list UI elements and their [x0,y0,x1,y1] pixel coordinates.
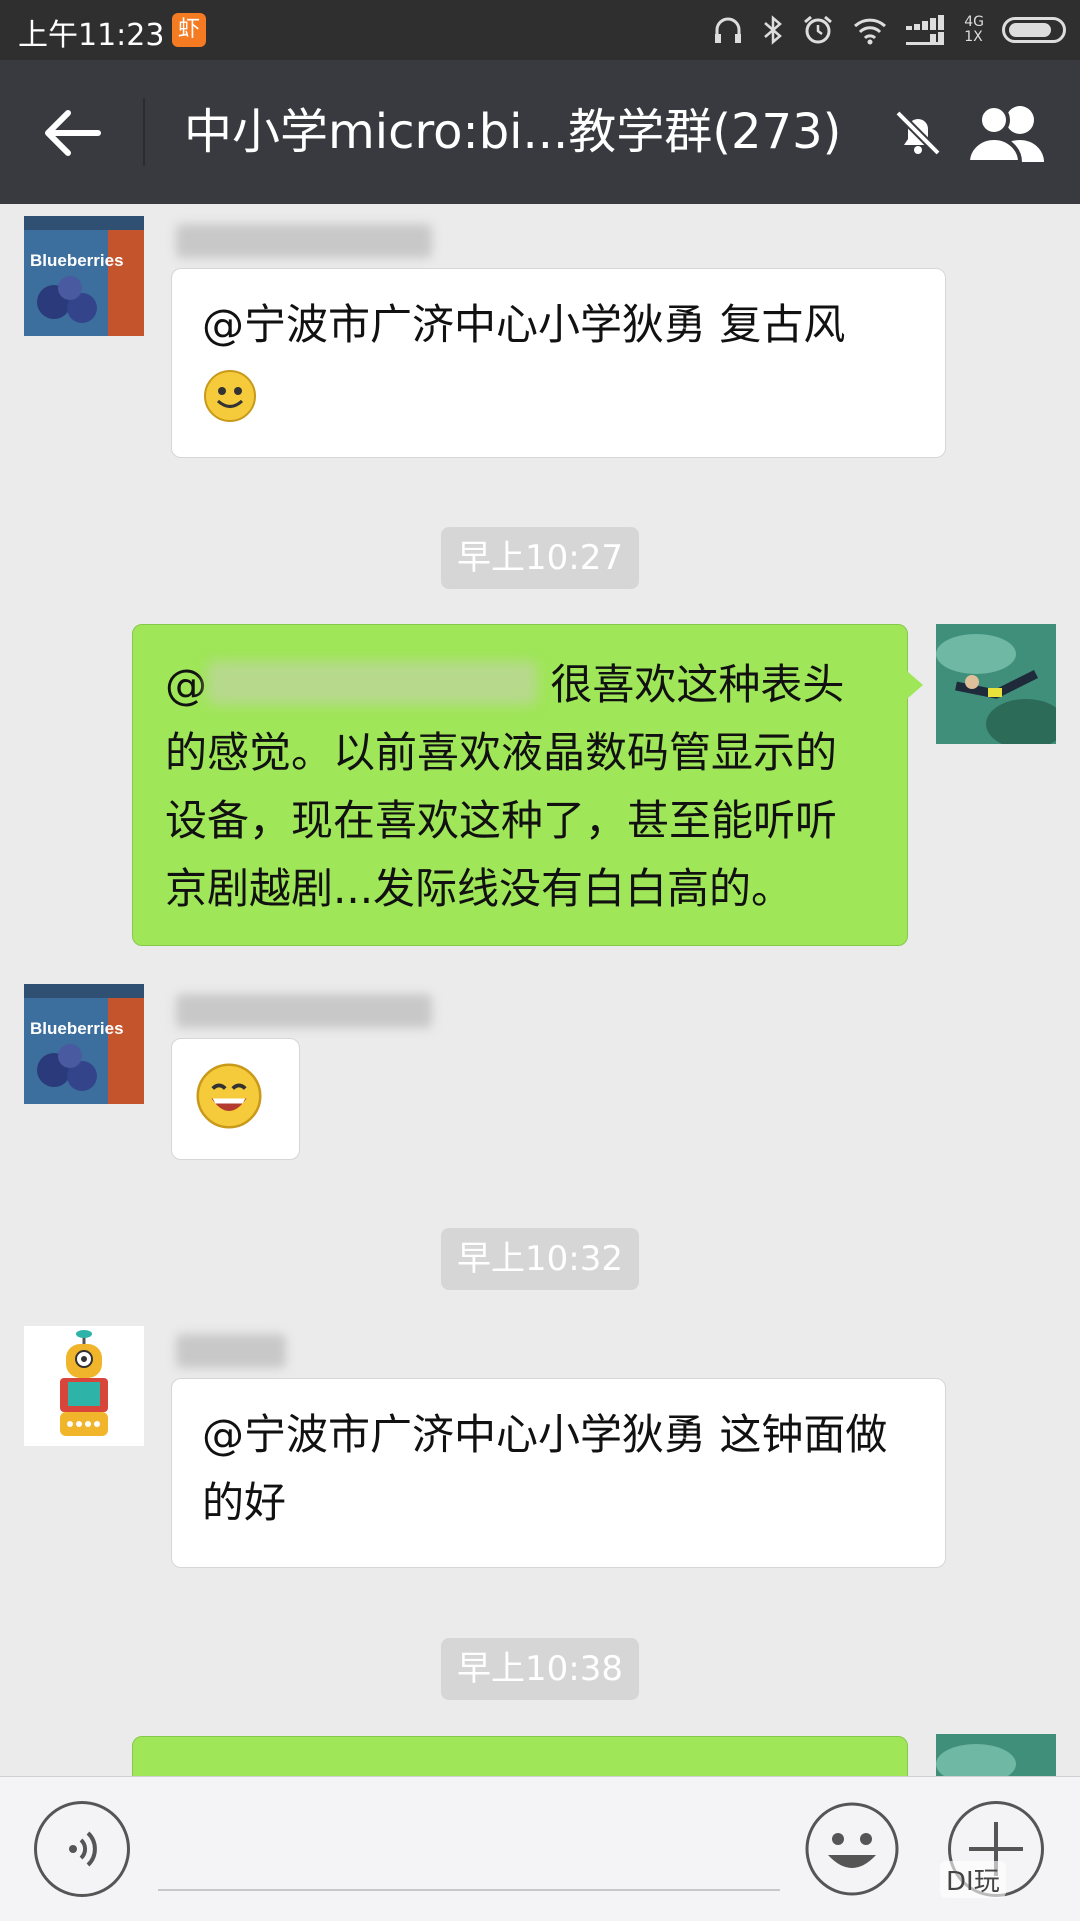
avatar-self[interactable] [936,624,1056,744]
network-4g: 4G [964,14,984,30]
headphone-icon [715,17,742,43]
chat-header: 中小学micro:bi...教学群(273) [0,60,1080,204]
blueberry-bag-image: Blueberries [24,984,144,1104]
message-bubble-outgoing[interactable] [132,1736,908,1776]
message-list[interactable]: Blueberries @宁波市广济中心小学狄勇 复古风 早上10:27 @ 很… [0,204,1080,1776]
avatar-self[interactable] [936,1734,1056,1776]
chat-title: 中小学micro:bi...教学群(273) [184,104,842,160]
message-bubble[interactable]: @宁波市广济中心小学狄勇 这钟面做的好 [171,1378,946,1568]
avatar-blueberries[interactable]: Blueberries [24,216,144,336]
voice-input-button[interactable] [34,1801,130,1897]
blueberry-bag-image: Blueberries [24,216,144,336]
status-icons: 4G 1X [712,8,1066,52]
network-1x: 1X [964,29,983,45]
bluetooth-icon [764,15,783,45]
mention-blurred [207,661,537,705]
blueberry-label: Blueberries [30,251,124,270]
signal-icon [906,15,945,45]
timestamp: 早上10:38 [441,1638,639,1700]
wifi-icon [854,18,887,45]
blueberry-label: Blueberries [30,1019,124,1038]
status-time: 上午11:23 [18,18,165,53]
avatar-robot[interactable] [24,1326,144,1446]
sender-name-blurred [176,1334,286,1368]
message-text: @宁波市广济中心小学狄勇 这钟面做的好 [202,1410,888,1527]
timestamp: 早上10:27 [441,527,639,589]
avatar-blueberries[interactable]: Blueberries [24,984,144,1104]
message-bubble[interactable]: @宁波市广济中心小学狄勇 复古风 [171,268,946,458]
message-input[interactable] [158,1805,780,1891]
watermark: DI玩 [940,1861,1006,1898]
voice-wave-icon [69,1831,97,1867]
sender-name-blurred [176,224,432,258]
header-divider [143,98,145,166]
swimmer-photo-image [936,624,1056,744]
app-notification-icon: 虾 [172,13,206,47]
group-members-icon[interactable] [966,100,1050,164]
message-text: @宁波市广济中心小学狄勇 复古风 [202,300,846,349]
back-arrow-icon[interactable] [40,100,106,166]
mention-at: @ [165,660,207,709]
message-bubble[interactable] [171,1038,300,1160]
swimmer-photo-image [936,1734,1056,1776]
sender-name-blurred [176,994,432,1028]
robot-avatar-image [24,1326,144,1446]
message-bubble-outgoing[interactable]: @ 很喜欢这种表头的感觉。以前喜欢液晶数码管显示的设备，现在喜欢这种了，甚至能听… [132,624,923,946]
battery-icon [1002,17,1066,43]
timestamp: 早上10:32 [441,1228,639,1290]
grin-emoji-icon [196,1063,262,1129]
input-bar: DI玩 [0,1776,1080,1921]
emoji-button-icon[interactable] [804,1801,900,1897]
status-bar: 上午11:23 虾 4G 1X [0,0,1080,60]
alarm-icon [804,15,833,44]
smile-emoji-icon [204,369,256,422]
network-type: 4G 1X [964,15,984,45]
mute-bell-icon [895,110,941,156]
